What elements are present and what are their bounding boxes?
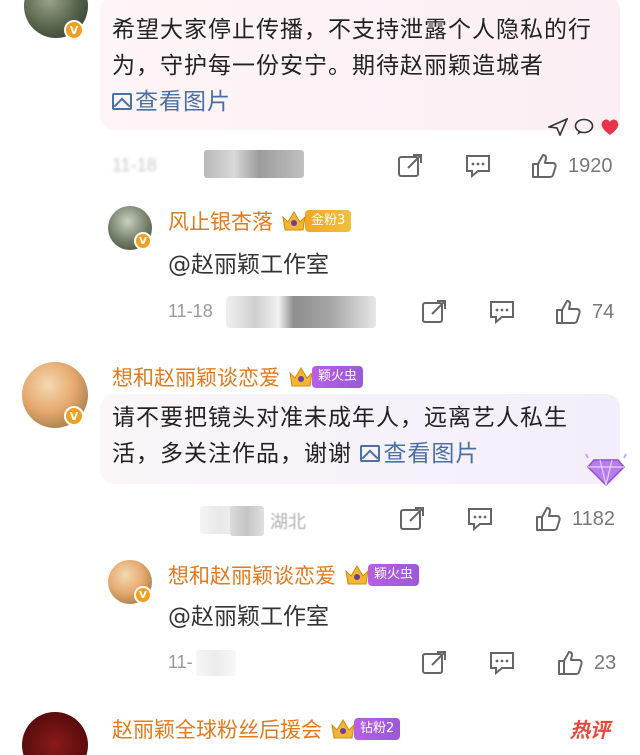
share-icon bbox=[398, 154, 422, 177]
reply-username[interactable]: 风止银杏落 金粉3 bbox=[168, 206, 352, 236]
thumbs-up-icon bbox=[556, 300, 581, 324]
view-picture-link[interactable]: 查看图片 bbox=[112, 89, 231, 115]
thumbs-up-icon bbox=[558, 651, 583, 675]
reply-username[interactable]: 想和赵丽颖谈恋爱 颖火虫 bbox=[168, 560, 420, 590]
reply-time: 11- bbox=[168, 652, 193, 672]
comment-button[interactable] bbox=[488, 298, 516, 326]
comment-username-text: 赵丽颖全球粉丝后援会 bbox=[112, 718, 322, 742]
like-count: 23 bbox=[594, 651, 617, 674]
picture-icon bbox=[360, 445, 381, 462]
crown-icon bbox=[344, 563, 370, 587]
comment-text: 希望大家停止传播，不支持泄露个人隐私的行为，守护每一份安宁。期待赵丽颖造城者 查… bbox=[112, 12, 596, 120]
comment-button[interactable] bbox=[488, 649, 516, 677]
like-button[interactable]: 74 bbox=[554, 298, 614, 326]
like-count: 1920 bbox=[568, 154, 613, 177]
comment-username-text: 想和赵丽颖谈恋爱 bbox=[112, 366, 280, 390]
reply-time: 11-18 bbox=[168, 301, 213, 321]
blurred-location bbox=[230, 506, 264, 536]
comment-text: 请不要把镜头对准未成年人，远离艺人私生活，多关注作品，谢谢 查看图片 bbox=[112, 400, 596, 472]
share-button[interactable] bbox=[398, 505, 426, 533]
blurred-location bbox=[226, 296, 376, 328]
thumbs-up-icon bbox=[536, 507, 561, 531]
like-button[interactable]: 23 bbox=[556, 649, 616, 677]
crown-icon bbox=[281, 209, 307, 233]
reply-username-text: 风止银杏落 bbox=[168, 210, 273, 234]
view-picture-label: 查看图片 bbox=[383, 441, 480, 467]
fan-level-badge: 钻粉2 bbox=[354, 718, 401, 740]
verified-v-icon: V bbox=[64, 20, 84, 40]
bubble-decor bbox=[548, 118, 620, 136]
picture-icon bbox=[112, 93, 132, 110]
comment-button[interactable] bbox=[464, 152, 492, 180]
diamond-icon bbox=[584, 452, 628, 488]
hot-comment-badge: 热评 bbox=[570, 718, 610, 742]
heart-icon bbox=[601, 119, 619, 135]
share-icon bbox=[422, 651, 446, 674]
blurred-location bbox=[196, 650, 236, 676]
fan-level-badge: 颖火虫 bbox=[312, 366, 364, 388]
like-button[interactable]: 1182 bbox=[534, 505, 615, 533]
fan-level-badge: 金粉3 bbox=[305, 210, 352, 232]
share-icon bbox=[400, 507, 424, 530]
comment-icon bbox=[490, 652, 514, 676]
comment-icon bbox=[490, 301, 514, 325]
comment-username[interactable]: 想和赵丽颖谈恋爱 颖火虫 bbox=[112, 362, 364, 392]
share-button[interactable] bbox=[420, 649, 448, 677]
reply-mention[interactable]: @赵丽颖工作室 bbox=[168, 597, 329, 631]
comment-icon bbox=[468, 508, 492, 532]
comment-time: 11-18 bbox=[112, 155, 157, 175]
blurred-location bbox=[204, 150, 304, 178]
share-button[interactable] bbox=[396, 152, 424, 180]
crown-icon bbox=[330, 717, 356, 741]
thumbs-up-icon bbox=[532, 154, 557, 178]
comment-username[interactable]: 赵丽颖全球粉丝后援会 钻粉2 bbox=[112, 714, 401, 744]
chat-icon bbox=[574, 118, 594, 135]
verified-v-icon: V bbox=[134, 232, 152, 250]
comment-body: 希望大家停止传播，不支持泄露个人隐私的行为，守护每一份安宁。期待赵丽颖造城者 bbox=[112, 17, 592, 79]
crown-icon bbox=[288, 365, 314, 389]
like-count: 74 bbox=[592, 300, 615, 323]
verified-v-icon: V bbox=[64, 406, 84, 426]
view-picture-link[interactable]: 查看图片 bbox=[360, 441, 479, 467]
reply-mention[interactable]: @赵丽颖工作室 bbox=[168, 245, 329, 279]
fan-level-badge: 颖火虫 bbox=[368, 564, 420, 586]
share-button[interactable] bbox=[420, 298, 448, 326]
comment-location: 湖北 bbox=[270, 512, 306, 532]
comment-icon bbox=[466, 155, 490, 179]
like-count: 1182 bbox=[572, 507, 616, 530]
avatar[interactable] bbox=[22, 712, 88, 755]
comment-body: 请不要把镜头对准未成年人，远离艺人私生活，多关注作品，谢谢 bbox=[112, 405, 568, 467]
like-button[interactable]: 1920 bbox=[530, 152, 613, 180]
send-icon bbox=[548, 118, 568, 136]
share-icon bbox=[422, 300, 446, 323]
comment-button[interactable] bbox=[466, 505, 494, 533]
view-picture-label: 查看图片 bbox=[135, 89, 231, 115]
reply-username-text: 想和赵丽颖谈恋爱 bbox=[168, 564, 336, 588]
verified-v-icon: V bbox=[134, 586, 152, 604]
